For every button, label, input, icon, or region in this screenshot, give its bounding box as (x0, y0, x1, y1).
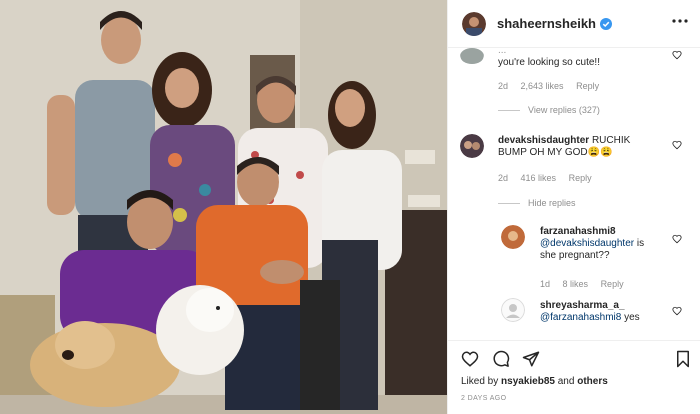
author-avatar[interactable] (462, 11, 486, 36)
comment-reply-link[interactable]: Reply (569, 173, 592, 183)
reply-like-heart-icon[interactable] (672, 306, 682, 316)
commenter-avatar-shreyasharma[interactable] (501, 298, 525, 322)
hide-replies-label[interactable]: Hide replies (528, 198, 576, 208)
comment-bubble-icon[interactable] (492, 350, 510, 368)
comment-body-devakshisdaughter: devakshisdaughter RUCHIK BUMP OH MY GOD😩… (498, 135, 673, 159)
comment-text-line1: RUCHIK (591, 135, 631, 146)
verified-badge-icon (600, 17, 612, 30)
post-sidebar: shaheernsheikh ... you're looking so cut… (447, 0, 700, 414)
reply-reply-link[interactable]: Reply (601, 279, 624, 289)
reply-username[interactable]: shreyasharma_a_ (540, 300, 625, 311)
reply-text-a: is (636, 238, 645, 249)
reply-body-farzanahashmi8: farzanahashmi8 @devakshisdaughter is she… (540, 226, 670, 262)
comment-like-heart-icon[interactable] (672, 50, 682, 60)
bookmark-save-icon[interactable] (674, 350, 692, 368)
like-heart-icon[interactable] (461, 350, 479, 368)
comment-likes[interactable]: 416 likes (521, 173, 557, 183)
post-actions: Liked by nsyakieb85 and others 2 DAYS AG… (448, 340, 700, 414)
reply-text-b: she pregnant?? (540, 250, 610, 261)
comment-reply-link[interactable]: Reply (576, 81, 599, 91)
reply-mention[interactable]: @farzanahashmi8 (540, 312, 621, 323)
commenter-avatar-farzanahashmi8[interactable] (501, 225, 525, 249)
comment-text-line2: BUMP OH MY GOD😩😩 (498, 147, 613, 158)
comments-list[interactable]: ... you're looking so cute!! 2d 2,643 li… (448, 48, 700, 340)
family-photo-illustration (0, 0, 447, 414)
reply-body-shreyasharma: shreyasharma_a_ @farzanahashmi8 yes (540, 300, 670, 324)
commenter-avatar-devakshisdaughter[interactable] (460, 134, 484, 158)
comment-username[interactable]: devakshisdaughter (498, 135, 589, 146)
author-username[interactable]: shaheernsheikh (497, 16, 596, 31)
reply-like-heart-icon[interactable] (672, 234, 682, 244)
liked-by-text[interactable]: Liked by nsyakieb85 and others (461, 376, 608, 387)
post-header: shaheernsheikh (448, 0, 700, 48)
reply-text: yes (624, 312, 640, 323)
liked-by-others[interactable]: others (577, 376, 608, 387)
comment-time: 2d (498, 81, 509, 91)
comment-text: you're looking so cute!! (498, 57, 600, 68)
divider (498, 202, 520, 204)
post-photo[interactable] (0, 0, 447, 414)
comment-likes[interactable]: 2,643 likes (521, 81, 564, 91)
post-time-ago[interactable]: 2 DAYS AGO (461, 395, 507, 402)
reply-username[interactable]: farzanahashmi8 (540, 226, 616, 237)
share-paper-plane-icon[interactable] (522, 350, 540, 368)
comment-meta: 2d 2,643 likes Reply (498, 81, 609, 91)
view-replies-toggle[interactable]: View replies (327) (498, 105, 600, 115)
liked-by-suffix: and (557, 376, 575, 387)
more-options-icon[interactable] (671, 18, 689, 24)
comment-like-heart-icon[interactable] (672, 140, 682, 150)
liked-by-user[interactable]: nsyakieb85 (501, 376, 555, 387)
comment-meta: 2d 416 likes Reply (498, 173, 602, 183)
reply-time: 1d (540, 279, 551, 289)
reply-meta: 1d 8 likes Reply (540, 279, 634, 289)
hide-replies-toggle[interactable]: Hide replies (498, 198, 576, 208)
divider (498, 109, 520, 111)
reply-likes[interactable]: 8 likes (563, 279, 589, 289)
liked-by-prefix: Liked by (461, 376, 499, 387)
reply-mention[interactable]: @devakshisdaughter (540, 238, 634, 249)
view-replies-label[interactable]: View replies (327) (528, 105, 600, 115)
commenter-avatar[interactable] (460, 48, 484, 64)
comment-time: 2d (498, 173, 509, 183)
